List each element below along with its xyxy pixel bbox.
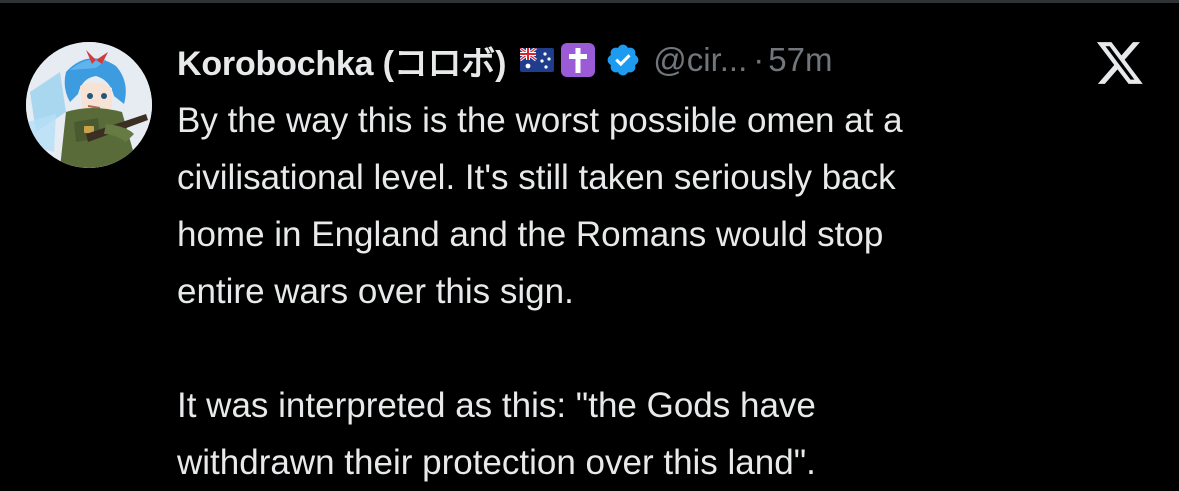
tweet-line: civilisational level. It's still taken s… [177,158,896,197]
verified-badge-icon[interactable] [605,42,641,78]
tweet-line: withdrawn their protection over this lan… [177,443,816,482]
australia-flag-icon [519,46,555,72]
tweet-line: entire wars over this sign. [177,272,574,311]
tweet-line: By the way this is the worst possible om… [177,101,903,140]
tweet-text: By the way this is the worst possible om… [177,92,1137,491]
x-logo-icon[interactable] [1095,40,1145,86]
top-divider [0,0,1179,3]
tweet-line: home in England and the Romans would sto… [177,215,884,254]
timestamp[interactable]: 57m [768,41,832,79]
cross-icon [560,42,596,78]
avatar-image [26,42,152,168]
tweet-line: It was interpreted as this: "the Gods ha… [177,386,816,425]
display-name[interactable]: Korobochka (コロボ) [177,36,506,85]
separator-dot: · [753,41,765,78]
user-handle[interactable]: @cir... [653,41,747,79]
tweet-header: Korobochka (コロボ) @cir... · 57m [177,36,832,85]
avatar[interactable] [26,42,152,168]
